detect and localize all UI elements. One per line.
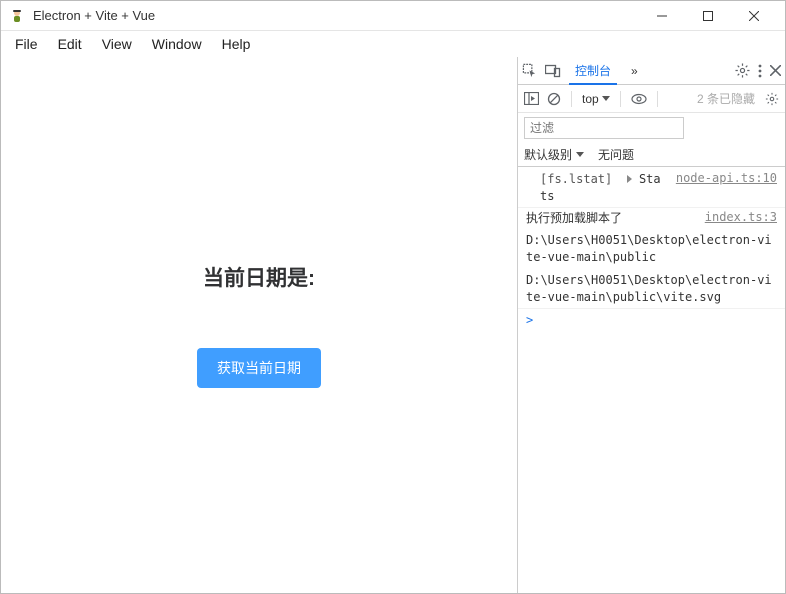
console-message-head: 执行预加载脚本了 [526, 210, 701, 227]
console-filter-bar [518, 113, 785, 143]
menu-view[interactable]: View [92, 33, 142, 55]
menubar: File Edit View Window Help [1, 31, 785, 57]
console-level-bar: 默认级别 无问题 [518, 143, 785, 167]
device-toggle-icon[interactable] [545, 64, 561, 78]
titlebar: Electron + Vite + Vue [1, 1, 785, 31]
console-message: [fs.lstat] Stats [540, 171, 666, 205]
menu-window[interactable]: Window [142, 33, 212, 55]
app-pane: 当前日期是: 获取当前日期 [1, 57, 517, 593]
console-settings-icon[interactable] [765, 92, 779, 106]
chevron-down-icon [576, 152, 584, 157]
devtools-close-icon[interactable] [770, 65, 781, 76]
get-date-button[interactable]: 获取当前日期 [197, 348, 321, 388]
console-message-line: D:\Users\H0051\Desktop\electron-vite-vue… [526, 232, 777, 266]
log-level-label: 默认级别 [524, 146, 572, 163]
context-selector[interactable]: top [582, 92, 610, 106]
context-selector-label: top [582, 92, 599, 106]
live-expression-icon[interactable] [631, 93, 647, 105]
content-area: 当前日期是: 获取当前日期 控制台 » [1, 57, 785, 593]
source-link[interactable]: index.ts:3 [705, 210, 777, 227]
devtools-tabbar: 控制台 » [518, 57, 785, 85]
console-output: [fs.lstat] Stats node-api.ts:10 执行预加载脚本了… [518, 167, 785, 593]
source-link[interactable]: node-api.ts:10 [676, 171, 777, 185]
hidden-message-count[interactable]: 2 条已隐藏 [668, 90, 757, 107]
disclosure-triangle-icon[interactable] [627, 175, 632, 183]
separator [620, 91, 621, 107]
tab-console[interactable]: 控制台 [569, 58, 617, 85]
tab-more[interactable]: » [625, 57, 644, 84]
clear-console-icon[interactable] [547, 92, 561, 106]
no-issues-label[interactable]: 无问题 [598, 146, 634, 163]
inspect-element-icon[interactable] [522, 63, 537, 78]
log-level-selector[interactable]: 默认级别 [524, 146, 584, 163]
close-button[interactable] [731, 1, 777, 31]
separator [571, 91, 572, 107]
app-icon [9, 8, 25, 24]
menu-file[interactable]: File [5, 33, 48, 55]
separator [657, 91, 658, 107]
page-heading: 当前日期是: [203, 262, 315, 292]
menu-edit[interactable]: Edit [48, 33, 92, 55]
console-entry: [fs.lstat] Stats node-api.ts:10 [518, 169, 785, 208]
more-options-icon[interactable] [758, 64, 762, 78]
app-window: Electron + Vite + Vue File Edit View Win… [0, 0, 786, 594]
console-filter-input[interactable] [524, 117, 684, 139]
devtools-panel: 控制台 » [517, 57, 785, 593]
minimize-button[interactable] [639, 1, 685, 31]
maximize-button[interactable] [685, 1, 731, 31]
settings-icon[interactable] [735, 63, 750, 78]
console-input-prompt[interactable]: > [518, 309, 785, 331]
window-title: Electron + Vite + Vue [33, 8, 639, 23]
console-toolbar: top 2 条已隐藏 [518, 85, 785, 113]
menu-help[interactable]: Help [212, 33, 261, 55]
console-message-line: D:\Users\H0051\Desktop\electron-vite-vue… [526, 272, 777, 306]
console-sidebar-toggle-icon[interactable] [524, 92, 539, 105]
console-entry: 执行预加载脚本了 index.ts:3 D:\Users\H0051\Deskt… [518, 208, 785, 309]
chevron-down-icon [602, 96, 610, 101]
